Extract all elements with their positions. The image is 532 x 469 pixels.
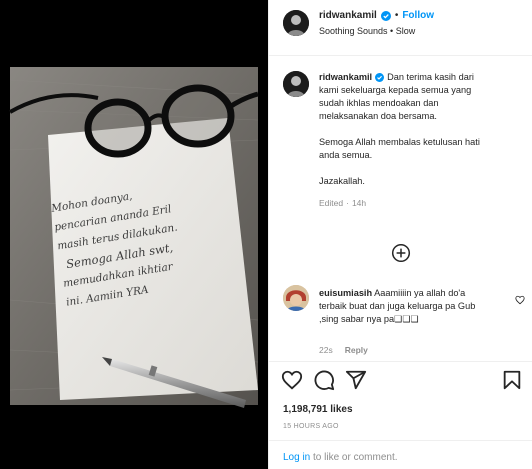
post-header: ridwankamil • Follow Soothing Sounds • S… (269, 0, 532, 56)
comment-button[interactable] (313, 369, 335, 391)
comment-like-button[interactable] (515, 295, 525, 305)
caption-avatar[interactable] (283, 71, 309, 97)
like-button[interactable] (281, 369, 303, 391)
heart-icon (515, 295, 525, 305)
header-username-row: ridwankamil • Follow (319, 10, 434, 21)
bookmark-icon (503, 370, 521, 390)
username[interactable]: ridwankamil (319, 10, 377, 21)
comment-time[interactable]: 22s (319, 344, 333, 357)
share-icon (345, 370, 367, 390)
comment-text: terbaik buat dan juga keluarga pa Gub (319, 301, 476, 311)
caption-text: sudah ikhlas mendoakan dan (319, 98, 439, 108)
comment-icon (314, 370, 335, 391)
instagram-post-view: Mohon doanya, pencarian ananda Eril masi… (0, 0, 532, 469)
login-prompt: Log in to like or comment. (283, 452, 398, 463)
comment-meta: 22s Reply (319, 344, 524, 357)
follow-button[interactable]: Follow (402, 10, 434, 21)
edited-label: Edited (319, 198, 344, 208)
avatar-photo (283, 285, 309, 311)
commenter-avatar[interactable] (283, 285, 309, 311)
save-button[interactable] (501, 369, 523, 391)
actions-divider (269, 361, 532, 362)
avatar-photo (283, 10, 309, 36)
login-prompt-text: to like or comment. (310, 452, 398, 463)
share-button[interactable] (345, 369, 367, 391)
caption-text: melaksanakan doa bersama. (319, 111, 437, 121)
footer-divider (269, 440, 532, 441)
meta-separator: · (346, 198, 349, 208)
plus-circle-icon (391, 243, 411, 263)
comment-text: ,sing sabar nya pa❑❑❑ (319, 314, 419, 324)
separator-dot: • (394, 10, 399, 21)
verified-badge-icon (375, 73, 385, 82)
audio-label[interactable]: Soothing Sounds • Slow (319, 26, 415, 36)
post-timestamp[interactable]: 15 HOURS AGO (283, 423, 339, 430)
reply-button[interactable]: Reply (345, 344, 368, 357)
caption-username[interactable]: ridwankamil (319, 71, 372, 84)
post-caption: ridwankamil Dan terima kasih dari kami s… (319, 71, 524, 210)
caption-text: Jazakallah. (319, 176, 365, 186)
caption-text: kami sekeluarga kepada semua yang (319, 85, 472, 95)
caption-text: Semoga Allah membalas ketulusan hati (319, 137, 480, 147)
caption-text: Dan terima kasih dari (387, 72, 474, 82)
caption-text: anda semua. (319, 150, 373, 160)
caption-time[interactable]: 14h (352, 197, 366, 210)
caption-meta: Edited · 14h (319, 197, 524, 210)
verified-badge-icon (380, 10, 391, 21)
login-link[interactable]: Log in (283, 452, 310, 463)
post-media[interactable]: Mohon doanya, pencarian ananda Eril masi… (0, 0, 268, 469)
heart-icon (281, 370, 303, 390)
avatar[interactable] (283, 10, 309, 36)
likes-count[interactable]: 1,198,791 likes (283, 404, 353, 415)
comment: euisumiasih Aaamiiiin ya allah do'a terb… (319, 287, 524, 357)
post-sidebar: ridwankamil • Follow Soothing Sounds • S… (268, 0, 532, 469)
comment-username[interactable]: euisumiasih (319, 288, 372, 298)
comment-text: Aaamiiiin ya allah do'a (374, 288, 466, 298)
avatar-photo (283, 71, 309, 97)
load-more-comments-button[interactable] (391, 243, 411, 263)
